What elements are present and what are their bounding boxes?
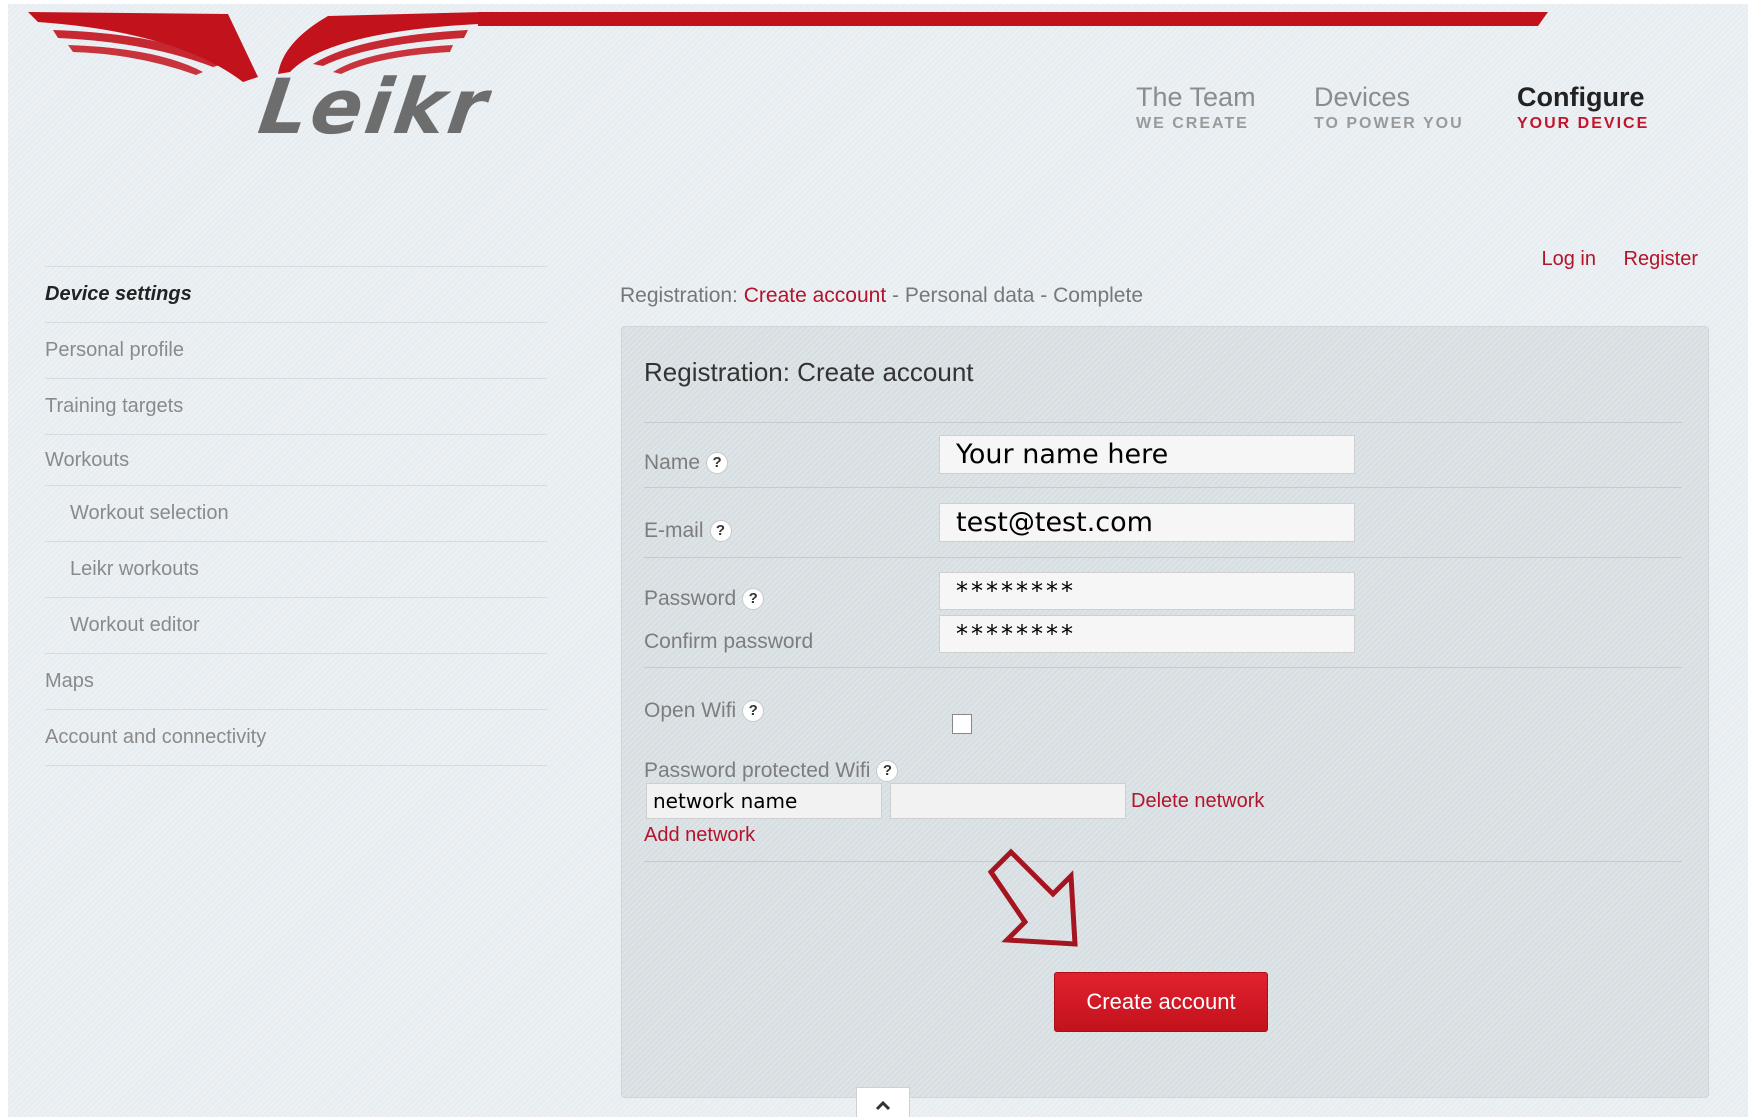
open-wifi-checkbox[interactable]: [952, 714, 972, 734]
divider: [644, 487, 1682, 488]
help-icon[interactable]: ?: [742, 700, 765, 723]
help-icon[interactable]: ?: [709, 520, 732, 543]
name-label: Name?: [644, 451, 729, 475]
nav-the-team[interactable]: The Team WE CREATE: [1136, 82, 1256, 133]
password-label-text: Password: [644, 587, 737, 610]
breadcrumb-step-complete: Complete: [1053, 284, 1144, 307]
confirm-password-label: Confirm password: [644, 630, 814, 653]
registration-panel: Registration: Create account Name? E-mai…: [621, 326, 1709, 1098]
password-input[interactable]: [939, 572, 1355, 610]
divider: [644, 667, 1682, 668]
nav-configure[interactable]: Configure YOUR DEVICE: [1517, 82, 1649, 133]
sidebar-item-account-connectivity[interactable]: Account and connectivity: [45, 709, 547, 766]
name-input[interactable]: [939, 435, 1355, 474]
scroll-to-top-button[interactable]: [856, 1087, 910, 1117]
breadcrumb-separator: -: [892, 284, 899, 307]
sidebar-item-leikr-workouts[interactable]: Leikr workouts: [45, 541, 547, 597]
sidebar-item-training-targets[interactable]: Training targets: [45, 378, 547, 434]
breadcrumb-prefix: Registration:: [620, 284, 738, 307]
sidebar-item-workout-editor[interactable]: Workout editor: [45, 597, 547, 653]
help-icon[interactable]: ?: [876, 760, 899, 783]
sidebar-item-personal-profile[interactable]: Personal profile: [45, 322, 547, 378]
nav-the-team-label: The Team: [1136, 82, 1256, 112]
nav-configure-sub: YOUR DEVICE: [1517, 115, 1650, 132]
nav-devices[interactable]: Devices TO POWER YOU: [1314, 82, 1464, 133]
breadcrumb-separator: -: [1040, 284, 1048, 307]
annotation-arrow-icon: [987, 848, 1078, 947]
open-wifi-label-text: Open Wifi: [644, 699, 737, 722]
breadcrumb-step-personal-data: Personal data: [904, 284, 1035, 307]
protected-wifi-label: Password protected Wifi?: [644, 759, 899, 783]
nav-devices-label: Devices: [1314, 82, 1411, 112]
add-network-link[interactable]: Add network: [644, 824, 755, 847]
sidebar-item-device-settings[interactable]: Device settings: [45, 266, 547, 322]
auth-links: Log in Register: [1519, 248, 1698, 271]
chevron-up-icon: [875, 1100, 891, 1111]
sidebar-item-maps[interactable]: Maps: [45, 653, 547, 709]
help-icon[interactable]: ?: [742, 588, 765, 611]
sidebar: Device settings Personal profile Trainin…: [45, 266, 547, 766]
divider: [644, 557, 1682, 558]
create-account-button[interactable]: Create account: [1054, 972, 1268, 1032]
password-label: Password?: [644, 587, 765, 611]
breadcrumb: Registration: Create account - Personal …: [620, 284, 1143, 308]
email-label-text: E-mail: [644, 519, 704, 542]
confirm-password-input[interactable]: [939, 615, 1355, 653]
breadcrumb-current-step: Create account: [743, 284, 887, 307]
network-password-input[interactable]: [890, 783, 1126, 819]
page: Leikr The Team WE CREATE Devices TO POWE…: [8, 4, 1748, 1117]
protected-wifi-label-text: Password protected Wifi: [644, 759, 871, 782]
sidebar-item-workout-selection[interactable]: Workout selection: [45, 485, 547, 541]
logo-text: Leikr: [253, 62, 496, 151]
login-link[interactable]: Log in: [1541, 248, 1596, 270]
register-link[interactable]: Register: [1624, 248, 1698, 270]
open-wifi-label: Open Wifi?: [644, 699, 765, 723]
nav-the-team-sub: WE CREATE: [1136, 115, 1249, 132]
divider: [644, 861, 1682, 862]
help-icon[interactable]: ?: [706, 452, 729, 475]
sidebar-item-workouts[interactable]: Workouts: [45, 434, 547, 485]
delete-network-link[interactable]: Delete network: [1131, 790, 1264, 813]
email-input[interactable]: [939, 503, 1355, 542]
name-label-text: Name: [644, 451, 701, 474]
divider: [644, 422, 1682, 423]
nav-configure-label: Configure: [1517, 82, 1645, 112]
email-label: E-mail?: [644, 519, 732, 543]
network-name-input[interactable]: [646, 783, 882, 819]
panel-title: Registration: Create account: [644, 357, 974, 387]
nav-devices-sub: TO POWER YOU: [1314, 115, 1464, 132]
